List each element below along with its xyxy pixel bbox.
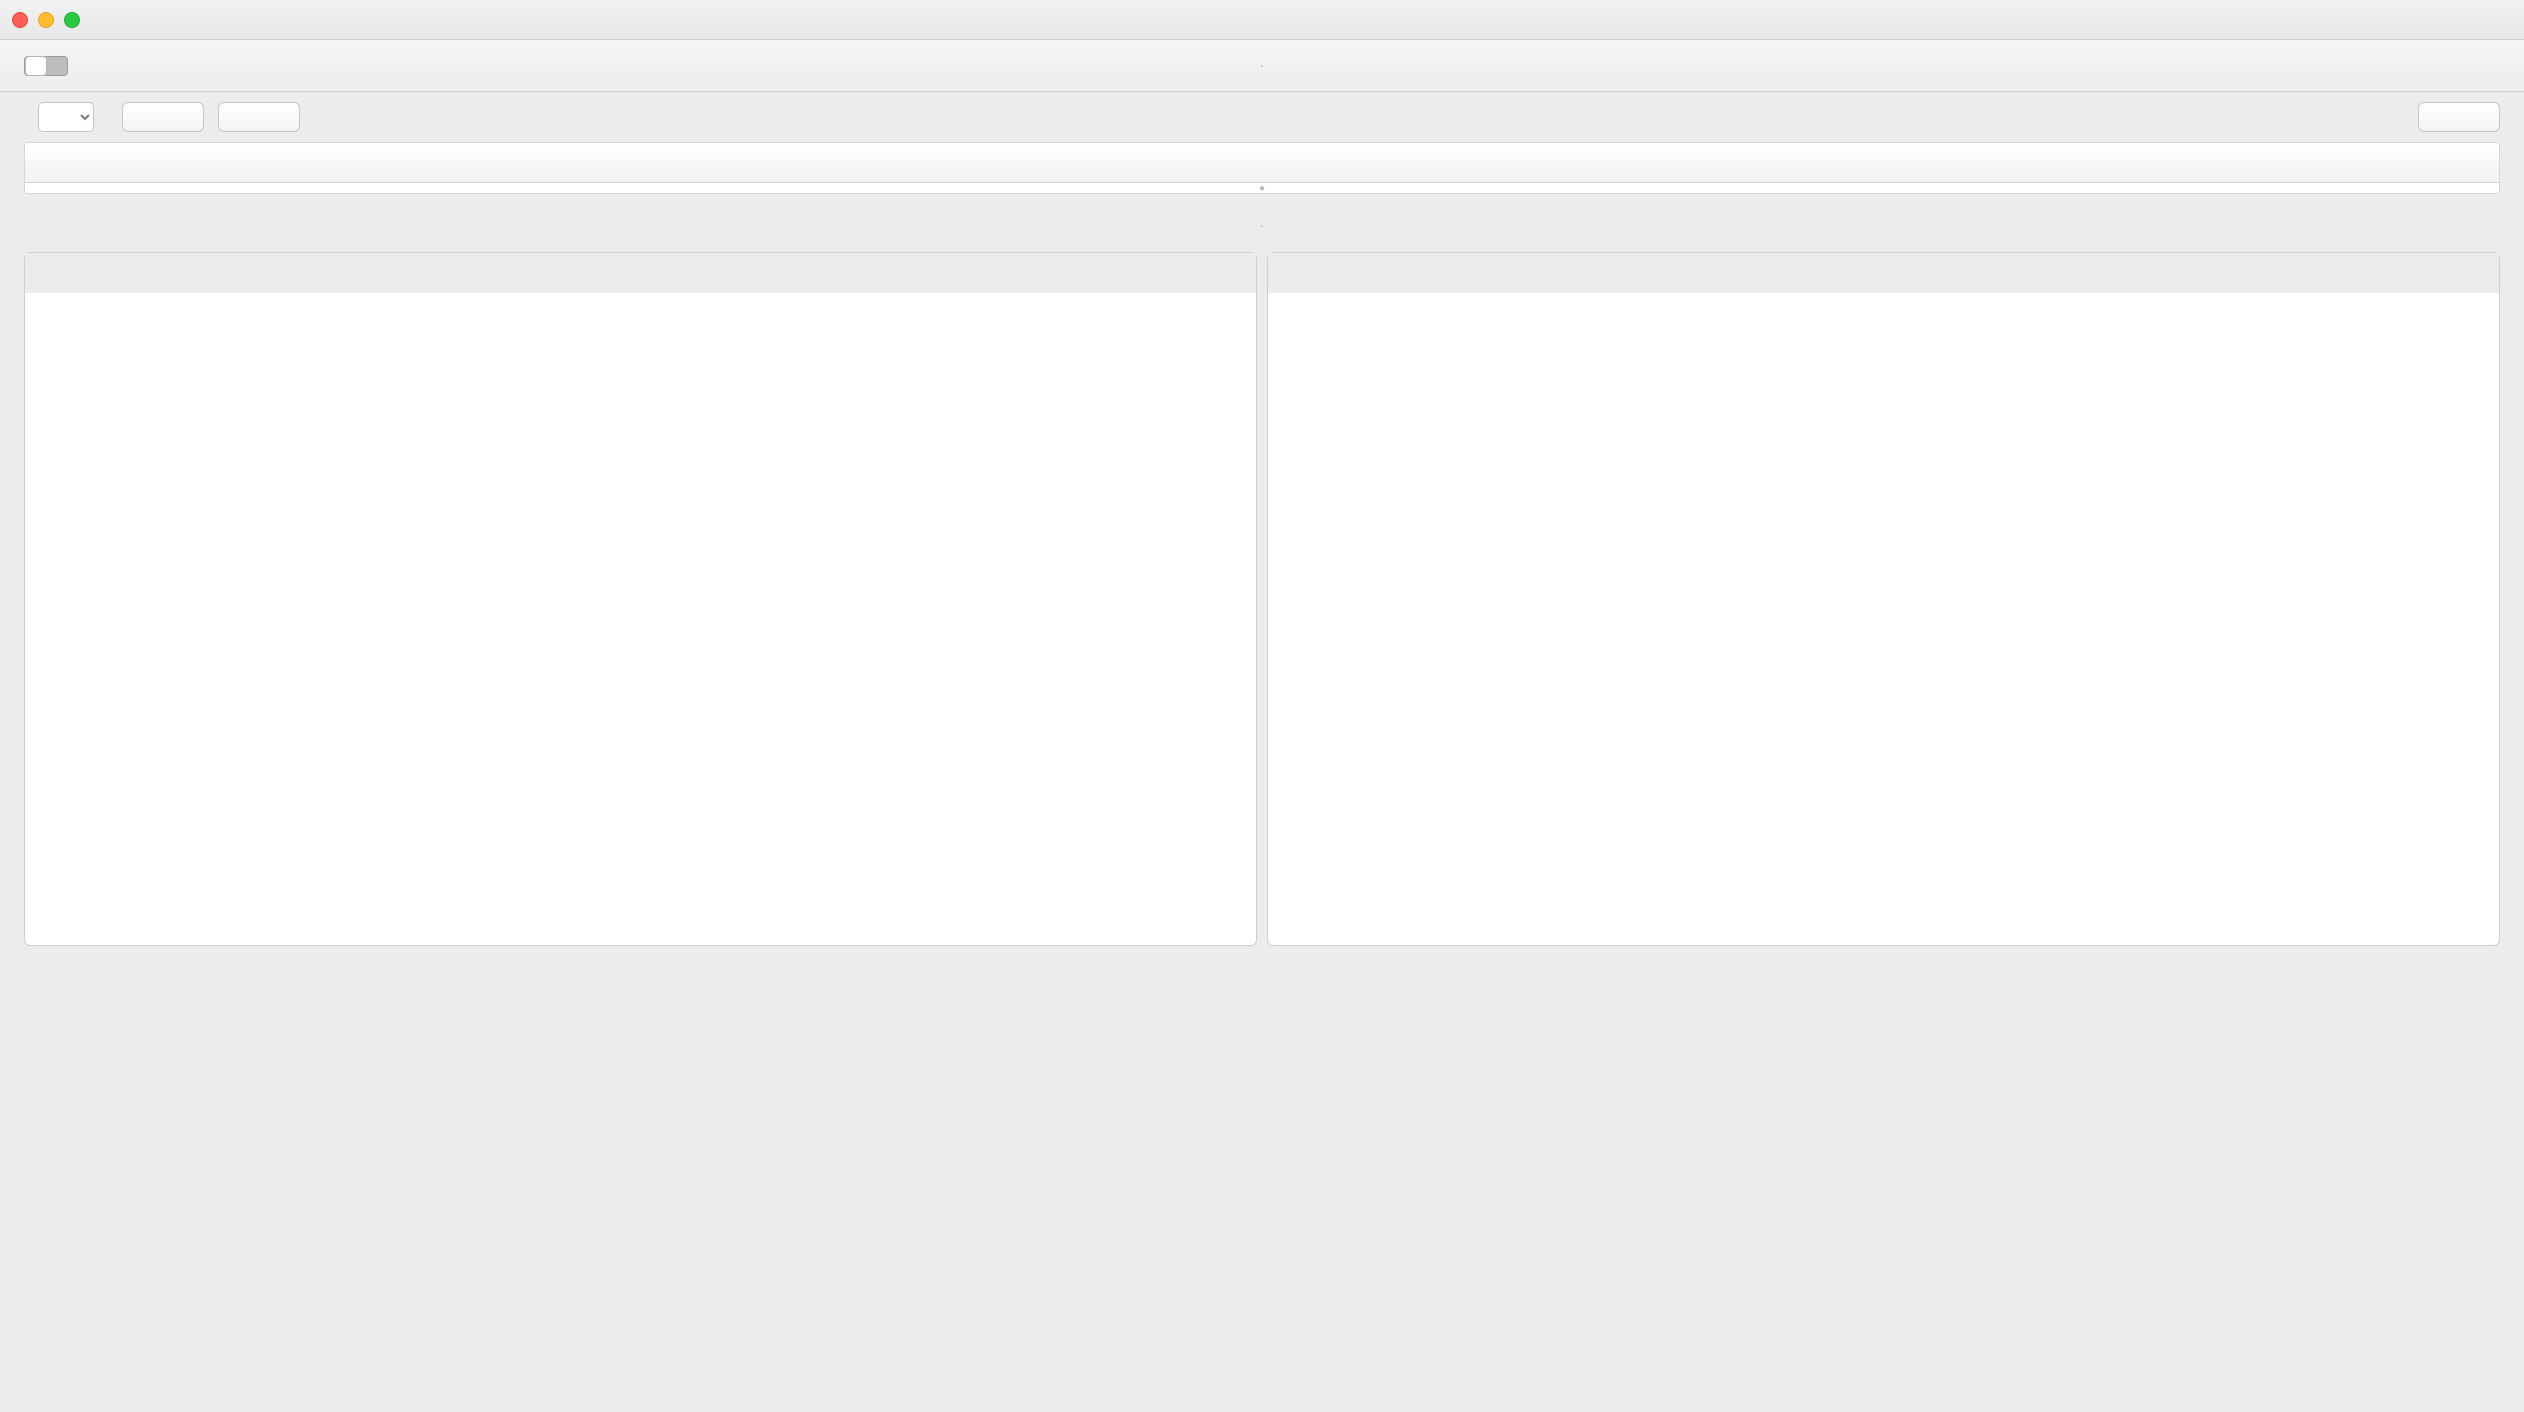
pause-button[interactable]	[122, 102, 204, 132]
charts-row	[0, 252, 2524, 966]
close-icon[interactable]	[12, 12, 28, 28]
resize-handle-icon[interactable]: ●	[25, 183, 2499, 193]
detail-tab-row	[0, 200, 2524, 252]
chart-5ghz	[1267, 252, 2500, 946]
filter-button[interactable]	[2418, 102, 2500, 132]
networks-table: ●	[24, 142, 2500, 194]
chart-24ghz	[24, 252, 1257, 946]
main-toolbar	[0, 40, 2524, 92]
stop-button[interactable]	[218, 102, 300, 132]
chart-title-5	[1268, 253, 2499, 293]
minimize-icon[interactable]	[38, 12, 54, 28]
scan-interval-select[interactable]	[38, 102, 94, 132]
chart-5-svg	[1272, 297, 2495, 939]
scan-controls	[0, 92, 2524, 142]
titlebar	[0, 0, 2524, 40]
maximize-icon[interactable]	[64, 12, 80, 28]
detail-tab-group	[1261, 225, 1263, 227]
sidebar-toggle[interactable]	[24, 56, 68, 76]
chart-title-24	[25, 253, 1256, 293]
table-header	[25, 143, 2499, 183]
window-controls	[12, 12, 80, 28]
chart-24-svg	[29, 297, 1252, 939]
main-tab-group	[1261, 65, 1263, 67]
